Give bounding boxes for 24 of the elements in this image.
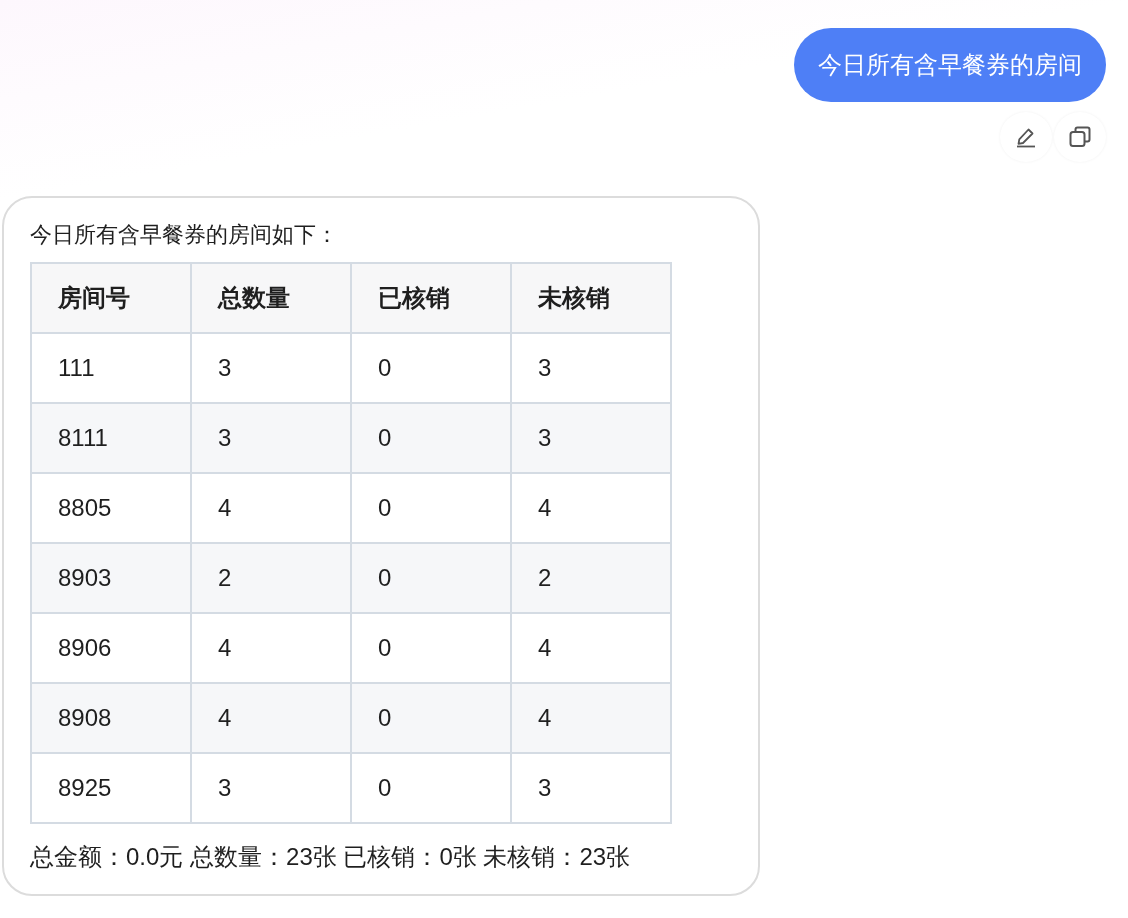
table-cell: 3 — [511, 753, 671, 823]
column-header: 房间号 — [31, 263, 191, 333]
reply-intro-text: 今日所有含早餐券的房间如下： — [30, 221, 339, 249]
table-cell: 8111 — [31, 403, 191, 473]
table-cell: 8903 — [31, 543, 191, 613]
table-cell: 4 — [511, 683, 671, 753]
column-header: 总数量 — [191, 263, 351, 333]
table-cell: 8908 — [31, 683, 191, 753]
summary-text: 总金额：0.0元 总数量：23张 已核销：0张 未核销：23张 — [30, 842, 632, 872]
user-message-bubble: 今日所有含早餐券的房间 — [794, 28, 1106, 102]
table-cell: 2 — [511, 543, 671, 613]
table-cell: 3 — [191, 403, 351, 473]
table-cell: 0 — [351, 403, 511, 473]
column-header: 未核销 — [511, 263, 671, 333]
table-cell: 8925 — [31, 753, 191, 823]
copy-icon — [1067, 124, 1093, 150]
table-cell: 2 — [191, 543, 351, 613]
table-cell: 4 — [191, 683, 351, 753]
table-cell: 0 — [351, 683, 511, 753]
column-header: 已核销 — [351, 263, 511, 333]
table-cell: 3 — [511, 403, 671, 473]
table-cell: 0 — [351, 543, 511, 613]
table-cell: 0 — [351, 753, 511, 823]
table-cell: 3 — [191, 753, 351, 823]
